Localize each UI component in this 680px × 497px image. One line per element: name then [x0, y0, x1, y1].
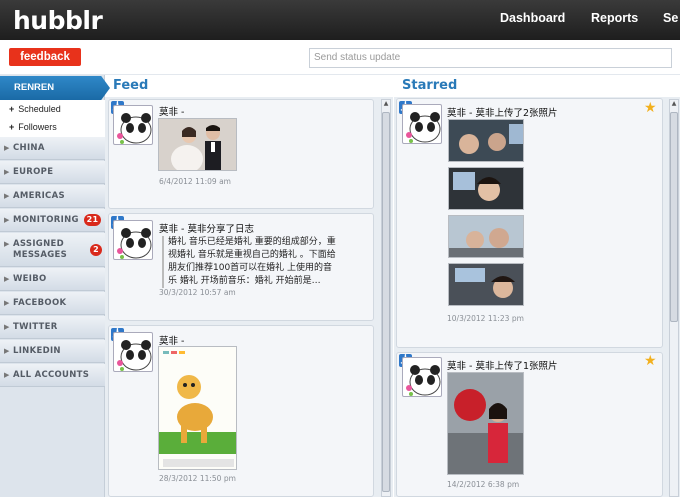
- sidebar-item-monitoring[interactable]: ▶ MONITORING 21: [0, 209, 105, 232]
- sidebar-item-label: TWITTER: [13, 322, 58, 332]
- logo[interactable]: hubblr: [13, 6, 103, 35]
- avatar[interactable]: [113, 332, 153, 372]
- post-timestamp: 14/2/2012 6:38 pm: [447, 480, 520, 489]
- blog-line: 朋友们推荐100首可以在婚礼 上使用的音: [168, 263, 333, 273]
- caret-right-icon: ▶: [4, 192, 10, 200]
- sidebar-item-label: EUROPE: [13, 167, 54, 177]
- caret-right-icon: ▶: [4, 240, 10, 248]
- sidebar-item-label: MONITORING: [13, 215, 79, 225]
- starred-scrollbar[interactable]: ▲: [669, 99, 679, 497]
- blog-excerpt: 婚礼 音乐已经是婚礼 重要的组成部分，重 视婚礼 音乐就是重视自己的婚礼 。下面…: [162, 236, 342, 288]
- sidebar-item-label: FACEBOOK: [13, 298, 67, 308]
- post-timestamp: 10/3/2012 11:23 pm: [447, 314, 524, 323]
- post-username[interactable]: 莫非 -: [159, 104, 184, 118]
- sidebar-item-label: ALL ACCOUNTS: [13, 370, 90, 380]
- post-photo[interactable]: [447, 372, 524, 475]
- sidebar-item-europe[interactable]: ▶ EUROPE: [0, 161, 105, 184]
- starred-title: Starred: [402, 78, 458, 93]
- caret-right-icon: ▶: [4, 168, 10, 176]
- post-timestamp: 28/3/2012 11:50 pm: [159, 474, 236, 483]
- star-icon[interactable]: ★: [644, 100, 657, 116]
- caret-right-icon: ▶: [4, 144, 10, 152]
- sidebar-sub-label: Followers: [18, 122, 57, 132]
- post-username[interactable]: 莫非 -: [159, 333, 184, 347]
- sidebar-sub-label: Scheduled: [18, 104, 61, 114]
- status-input[interactable]: Send status update: [309, 48, 672, 68]
- caret-right-icon: ▶: [4, 347, 10, 355]
- avatar[interactable]: [113, 220, 153, 260]
- caret-right-icon: ▶: [4, 371, 10, 379]
- post-photo[interactable]: [448, 167, 524, 210]
- sidebar-item-china[interactable]: ▶ CHINA: [0, 137, 105, 160]
- sidebar-item-label: LINKEDIN: [13, 346, 61, 356]
- post-photo[interactable]: [158, 346, 237, 470]
- sidebar-item-linkedin[interactable]: ▶ LINKEDIN: [0, 340, 105, 363]
- sidebar-item-label: MESSAGES: [13, 250, 68, 260]
- sidebar-header-renren[interactable]: RENREN: [0, 76, 110, 100]
- assigned-count-badge: 2: [90, 244, 102, 256]
- post-username[interactable]: 莫非 - 莫非分享了日志: [159, 221, 254, 235]
- blog-line: 视婚礼 音乐就是重视自己的婚礼 。下面给: [168, 250, 336, 260]
- post-username[interactable]: 莫非 - 莫非上传了1张照片: [447, 358, 558, 372]
- nav-settings[interactable]: Se: [663, 11, 678, 25]
- post-username[interactable]: 莫非 - 莫非上传了2张照片: [447, 105, 558, 119]
- scroll-thumb[interactable]: [382, 112, 390, 492]
- scroll-thumb[interactable]: [670, 112, 678, 322]
- post-timestamp: 6/4/2012 11:09 am: [159, 177, 231, 186]
- caret-right-icon: ▶: [4, 299, 10, 307]
- plus-icon: +: [9, 104, 15, 114]
- monitoring-count-badge: 21: [84, 214, 101, 226]
- blog-line: 婚礼 音乐已经是婚礼 重要的组成部分，重: [168, 237, 336, 247]
- blog-line: 乐 婚礼 开场前音乐：婚礼 开始前是…: [168, 276, 321, 286]
- avatar[interactable]: [113, 105, 153, 145]
- star-icon[interactable]: ★: [644, 353, 657, 369]
- sidebar-item-label: AMERICAS: [13, 191, 65, 201]
- sidebar-item-assigned-messages[interactable]: ▶ ASSIGNED MESSAGES 2: [0, 233, 105, 267]
- post-photo[interactable]: [448, 119, 524, 162]
- post-photo[interactable]: [448, 263, 524, 306]
- sidebar-item-label: CHINA: [13, 143, 45, 153]
- sidebar-item-label: WEIBO: [13, 274, 47, 284]
- sidebar-item-facebook[interactable]: ▶ FACEBOOK: [0, 292, 105, 315]
- avatar[interactable]: [402, 104, 442, 144]
- nav-dashboard[interactable]: Dashboard: [500, 11, 565, 25]
- feedback-button[interactable]: feedback: [9, 48, 81, 66]
- sidebar-item-americas[interactable]: ▶ AMERICAS: [0, 185, 105, 208]
- scroll-up-icon[interactable]: ▲: [670, 100, 678, 110]
- post-photo[interactable]: [448, 215, 524, 258]
- sidebar-item-weibo[interactable]: ▶ WEIBO: [0, 268, 105, 291]
- feed-title: Feed: [113, 78, 149, 93]
- sidebar-item-label: ASSIGNED: [13, 239, 64, 249]
- sidebar-sub-followers[interactable]: + Followers: [0, 118, 105, 137]
- caret-right-icon: ▶: [4, 323, 10, 331]
- post-photo[interactable]: [158, 118, 237, 171]
- feed-scrollbar[interactable]: ▲: [381, 99, 391, 497]
- post-timestamp: 30/3/2012 10:57 am: [159, 288, 236, 297]
- plus-icon: +: [9, 122, 15, 132]
- scroll-up-icon[interactable]: ▲: [382, 100, 390, 110]
- caret-right-icon: ▶: [4, 216, 10, 224]
- avatar[interactable]: [402, 357, 442, 397]
- sidebar-item-all-accounts[interactable]: ▶ ALL ACCOUNTS: [0, 364, 105, 387]
- sidebar-sub-scheduled[interactable]: + Scheduled: [0, 100, 105, 119]
- nav-reports[interactable]: Reports: [591, 11, 638, 25]
- caret-right-icon: ▶: [4, 275, 10, 283]
- sidebar-item-twitter[interactable]: ▶ TWITTER: [0, 316, 105, 339]
